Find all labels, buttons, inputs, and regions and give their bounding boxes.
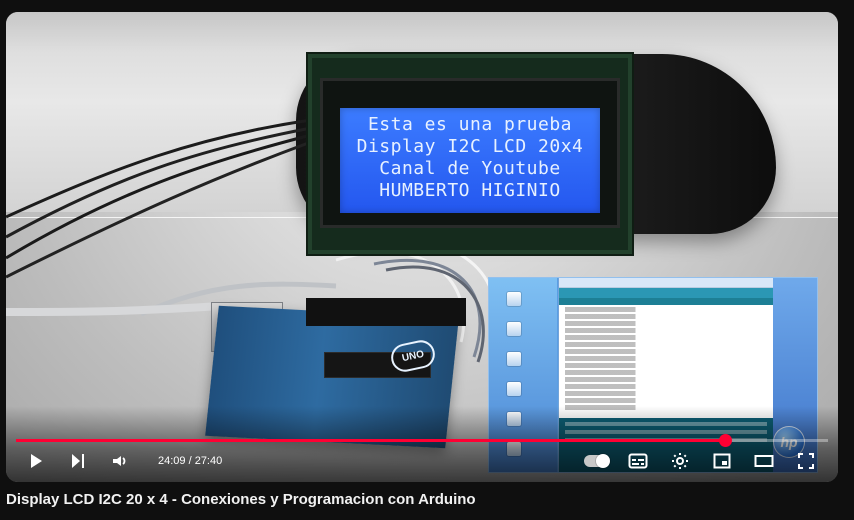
code-line [565,370,767,375]
video-title[interactable]: Display LCD I2C 20 x 4 - Conexiones y Pr… [6,491,806,508]
code-line [565,398,767,403]
autoplay-toggle[interactable] [584,449,610,473]
lcd-line-3: Canal de Youtube [379,158,561,179]
theater-icon [754,455,774,467]
ide-toolbar [559,288,773,298]
volume-icon [113,456,126,466]
volume-button[interactable] [108,449,132,473]
video-frame[interactable]: Esta es una prueba Display I2C LCD 20x4 … [6,12,838,482]
theater-button[interactable] [752,449,776,473]
arduino-header-pins [306,298,466,326]
progress-scrubber[interactable] [718,434,732,447]
code-line [565,307,767,312]
next-button[interactable] [66,449,90,473]
autoplay-toggle-knob [596,454,610,468]
code-line [565,349,767,354]
settings-icon [672,453,688,469]
video-player[interactable]: Esta es una prueba Display I2C LCD 20x4 … [6,12,838,482]
ide-code-area [559,305,773,418]
code-line [565,314,767,319]
ide-titlebar [559,278,773,288]
next-icon [72,454,84,468]
right-controls [584,449,818,473]
desktop-icon [507,322,521,336]
autoplay-toggle-icon [584,454,610,468]
lcd-line-2: Display I2C LCD 20x4 [356,136,584,157]
miniplayer-icon [713,453,731,469]
play-icon [31,454,42,468]
code-line [565,363,767,368]
settings-button[interactable] [668,449,692,473]
code-line [565,377,767,382]
play-button[interactable] [24,449,48,473]
time-display: 24:09 / 27:40 [158,455,223,467]
code-line [565,384,767,389]
desktop-icon [507,382,521,396]
progress-bar[interactable] [16,434,828,447]
youtube-watch-page: Esta es una prueba Display I2C LCD 20x4 … [0,0,854,520]
fullscreen-button[interactable] [794,449,818,473]
miniplayer-button[interactable] [710,449,734,473]
code-line [565,356,767,361]
desktop-icon [507,292,521,306]
left-controls: 24:09 / 27:40 [24,449,222,473]
code-line [565,335,767,340]
fullscreen-icon [798,453,814,469]
lcd-screen: Esta es una prueba Display I2C LCD 20x4 … [340,108,600,213]
code-line [565,342,767,347]
desktop-icon [507,352,521,366]
code-line [565,391,767,396]
lcd-line-1: Esta es una prueba [367,114,573,135]
progress-fill [16,439,725,442]
lcd-line-4: HUMBERTO HIGINIO [379,180,561,201]
code-line [565,321,767,326]
subtitles-button[interactable] [626,449,650,473]
code-line [565,328,767,333]
subtitles-icon [628,453,648,469]
